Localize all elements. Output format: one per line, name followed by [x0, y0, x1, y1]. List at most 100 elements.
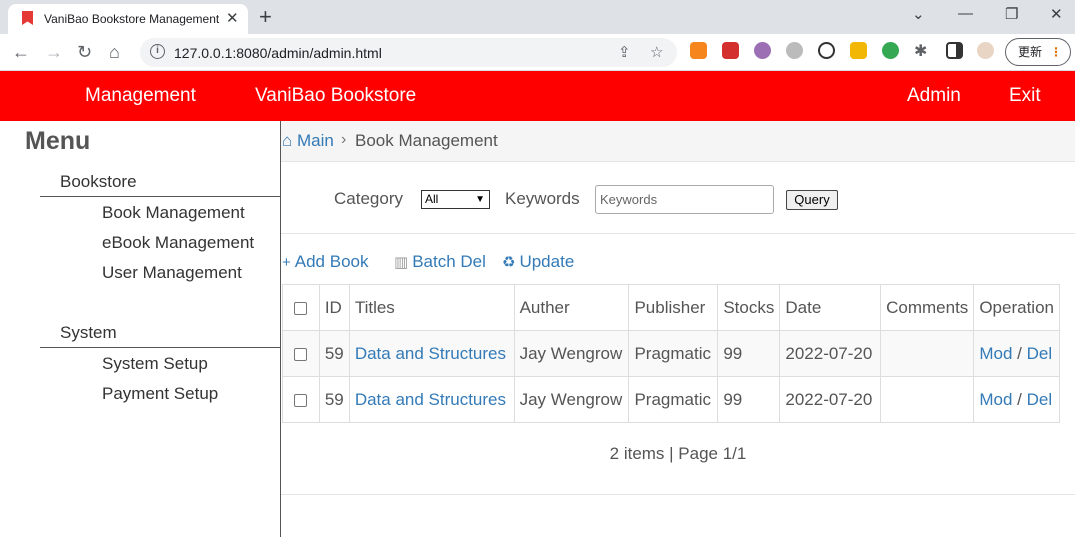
new-tab-icon[interactable]: + — [259, 4, 272, 30]
recycle-icon: ♻ — [502, 254, 516, 271]
sidepanel-icon[interactable] — [946, 42, 963, 59]
cell-stocks: 99 — [717, 330, 781, 377]
keywords-label: Keywords — [505, 189, 580, 208]
breadcrumb-home[interactable]: ⌂ Main — [282, 131, 334, 151]
cell-operation: Mod / Del — [973, 330, 1060, 377]
cell-comments — [880, 330, 975, 377]
cell-author: Jay Wengrow — [513, 330, 630, 377]
trash-icon: ▥ — [394, 254, 409, 271]
chevron-right-icon: › — [341, 131, 347, 148]
tab-title: VaniBao Bookstore Management — [44, 12, 220, 26]
column-header-titles: Titles — [348, 284, 515, 331]
bookmark-icon — [22, 11, 33, 25]
column-header-date: Date — [779, 284, 882, 331]
table-header-row: ID Titles Auther Publisher Stocks Date C… — [282, 284, 1060, 331]
delete-link[interactable]: Del — [1027, 390, 1053, 409]
cell-operation: Mod / Del — [973, 376, 1060, 423]
sidebar-item-system-setup[interactable]: System Setup — [102, 354, 208, 374]
puzzle-icon[interactable]: ✱ — [914, 42, 927, 62]
extension-purple-icon[interactable] — [754, 42, 771, 59]
column-header-comments: Comments — [880, 284, 975, 331]
category-select[interactable]: All ▼ — [421, 190, 490, 209]
extension-gear-icon[interactable] — [786, 42, 803, 59]
sidebar-item-user-management[interactable]: User Management — [102, 263, 242, 283]
extension-yellow-icon[interactable] — [850, 42, 867, 59]
table-row: 59 Data and Structures Jay Wengrow Pragm… — [282, 376, 1060, 423]
row-checkbox[interactable] — [294, 347, 308, 361]
add-book-button[interactable]: + Add Book — [282, 252, 369, 272]
close-icon[interactable]: ✕ — [226, 9, 239, 27]
book-title-link[interactable]: Data and Structures — [355, 390, 506, 409]
column-header-publisher: Publisher — [628, 284, 719, 331]
more-icon: ⋮ — [1050, 45, 1062, 59]
query-button[interactable]: Query — [786, 190, 838, 210]
home-icon[interactable]: ⌂ — [109, 42, 120, 62]
breadcrumb-current: Book Management — [355, 131, 498, 150]
exit-link[interactable]: Exit — [1009, 85, 1041, 107]
update-list-button[interactable]: ♻ Update — [502, 252, 574, 272]
share-icon[interactable]: ⇪ — [618, 43, 631, 61]
extension-green-icon[interactable] — [882, 42, 899, 59]
brand-link[interactable]: VaniBao Bookstore — [255, 85, 416, 107]
column-header-stocks: Stocks — [717, 284, 781, 331]
add-book-label: Add Book — [294, 252, 369, 271]
avatar[interactable] — [977, 42, 994, 59]
reload-icon[interactable]: ↻ — [77, 42, 92, 62]
cell-comments — [880, 376, 975, 423]
address-bar[interactable]: i 127.0.0.1:8080/admin/admin.html ⇪ ☆ — [140, 38, 677, 67]
back-icon[interactable]: ← — [12, 42, 30, 62]
cell-publisher: Pragmatic — [628, 330, 719, 377]
play-icon[interactable] — [818, 42, 835, 59]
category-label: Category — [334, 189, 403, 208]
column-header-id: ID — [318, 284, 350, 331]
cell-publisher: Pragmatic — [628, 376, 719, 423]
star-icon[interactable]: ☆ — [650, 43, 663, 61]
forward-icon[interactable]: → — [45, 42, 63, 62]
restore-icon[interactable]: ❐ — [1005, 5, 1018, 23]
divider — [40, 347, 281, 348]
minimize-icon[interactable]: — — [958, 5, 973, 22]
admin-link[interactable]: Admin — [907, 85, 961, 107]
browser-toolbar: ← → ↻ ⌂ i 127.0.0.1:8080/admin/admin.htm… — [0, 34, 1075, 71]
divider — [281, 494, 1075, 495]
cell-stocks: 99 — [717, 376, 781, 423]
sidebar-item-payment-setup[interactable]: Payment Setup — [102, 384, 218, 404]
chevron-down-icon: ▼ — [475, 194, 485, 205]
delete-link[interactable]: Del — [1027, 344, 1053, 363]
metamask-icon[interactable] — [690, 42, 707, 59]
row-checkbox[interactable] — [294, 393, 308, 407]
keywords-input[interactable]: Keywords — [595, 185, 774, 214]
browser-tab[interactable]: VaniBao Bookstore Management ✕ — [8, 4, 248, 34]
book-title-link[interactable]: Data and Structures — [355, 344, 506, 363]
action-toolbar: + Add Book ▥ Batch Del ♻ Update — [281, 252, 1075, 276]
column-header-author: Auther — [513, 284, 630, 331]
management-link[interactable]: Management — [85, 85, 196, 107]
chevron-down-icon[interactable]: ⌄ — [912, 5, 925, 23]
info-icon[interactable]: i — [150, 44, 165, 59]
cell-title: Data and Structures — [348, 376, 515, 423]
select-all-cell — [282, 284, 320, 331]
batch-delete-label: Batch Del — [412, 252, 486, 271]
sidebar-item-book-management[interactable]: Book Management — [102, 203, 245, 223]
pdf-icon[interactable] — [722, 42, 739, 59]
menu-title: Menu — [25, 127, 91, 155]
breadcrumb: ⌂ Main › Book Management — [281, 121, 1075, 162]
batch-delete-button[interactable]: ▥ Batch Del — [394, 252, 486, 272]
sidebar: Menu Bookstore Book Management eBook Man… — [0, 121, 281, 537]
select-all-checkbox[interactable] — [294, 301, 308, 315]
row-select-cell — [282, 330, 320, 377]
browser-tab-bar: VaniBao Bookstore Management ✕ + ⌄ — ❐ ✕ — [0, 0, 1075, 34]
cell-id: 59 — [318, 376, 350, 423]
update-label: 更新 — [1018, 45, 1043, 59]
column-header-operation: Operation — [973, 284, 1060, 331]
window-close-icon[interactable]: ✕ — [1050, 5, 1063, 23]
modify-link[interactable]: Mod — [979, 390, 1012, 409]
modify-link[interactable]: Mod — [979, 344, 1012, 363]
update-list-label: Update — [519, 252, 575, 271]
update-button[interactable]: 更新 ⋮ — [1005, 38, 1071, 66]
cell-author: Jay Wengrow — [513, 376, 630, 423]
plus-icon: + — [282, 254, 291, 271]
divider — [40, 196, 281, 197]
section-title-bookstore: Bookstore — [60, 172, 137, 191]
sidebar-item-ebook-management[interactable]: eBook Management — [102, 233, 254, 253]
